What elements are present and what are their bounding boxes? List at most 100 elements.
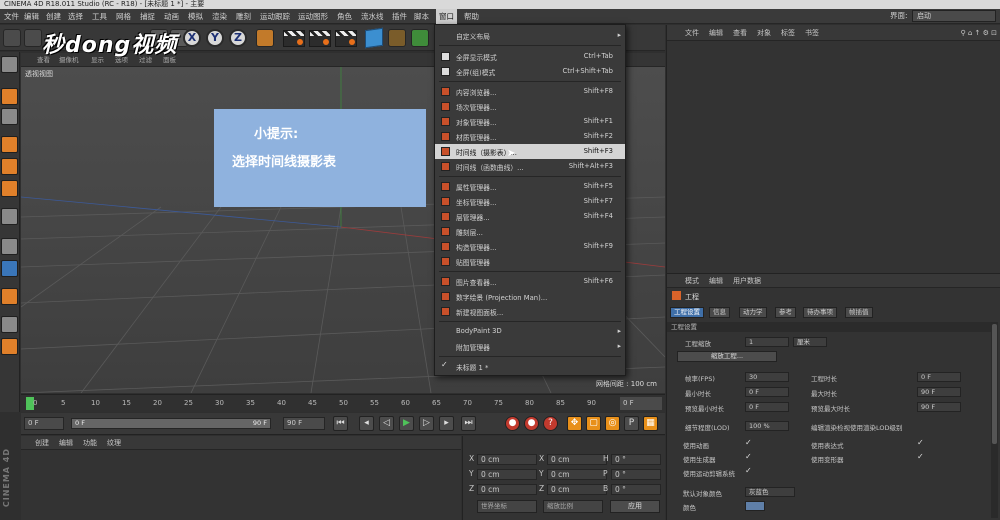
menu-item-layer-manager[interactable]: 层管理器... Shift+F4 [435,209,625,224]
go-to-end-button[interactable]: ⏭ [461,416,476,431]
menu-select[interactable]: 选择 [68,9,83,24]
pen-icon[interactable] [388,29,406,47]
menu-item-fullscreen-group[interactable]: 全屏(组)模式 Ctrl+Shift+Tab [435,64,625,79]
use-animation-checkbox[interactable]: ✓ [745,438,752,447]
lock-icon[interactable] [1,316,18,333]
menu-window[interactable]: 窗口 [436,9,457,24]
duration-field[interactable]: 0 F [917,372,961,382]
om-menu-bookmarks[interactable]: 书签 [805,25,819,41]
scale-field[interactable]: 1 [745,337,789,347]
edges-mode-icon[interactable] [1,158,18,175]
color-swatch[interactable] [745,501,765,511]
am-menu-user-data[interactable]: 用户数据 [733,274,761,288]
undo-button[interactable] [3,29,21,47]
scale-project-button[interactable]: 缩放工程... [677,351,777,362]
menu-item-custom-layout[interactable]: 自定义布局 ▸ [435,28,625,43]
keyframe-selection-button[interactable]: ? [543,416,558,431]
min-time-field[interactable]: 0 F [745,387,789,397]
render-view-icon[interactable] [283,30,305,47]
play-button[interactable]: ▶ [399,416,414,431]
start-frame-field[interactable]: 0 F [24,417,64,430]
preview-min-field[interactable]: 0 F [745,402,789,412]
render-settings-icon[interactable] [335,30,357,47]
am-menu-edit[interactable]: 编辑 [709,274,723,288]
om-menu-objects[interactable]: 对象 [757,25,771,41]
om-menu-edit[interactable]: 编辑 [709,25,723,41]
subdivision-icon[interactable] [411,29,429,47]
menu-motion-tracking[interactable]: 运动跟踪 [260,9,290,24]
axis-mode-icon[interactable] [1,208,18,225]
redo-button[interactable] [24,29,42,47]
size-mode-select[interactable]: 缩放比例 [543,500,603,513]
rotation-p-field[interactable]: 0 ° [611,469,661,480]
polygons-mode-icon[interactable] [1,180,18,197]
menu-item-extensions[interactable]: 附加管理器 ▸ [435,339,625,354]
size-z-field[interactable]: 0 cm [547,484,607,495]
rotation-key-button[interactable]: ◎ [605,416,620,431]
material-menu-texture[interactable]: 纹理 [107,436,121,450]
next-frame-button[interactable]: ▷ [419,416,434,431]
om-menu-view[interactable]: 查看 [733,25,747,41]
menu-snap[interactable]: 捕捉 [140,9,155,24]
workplane-icon[interactable] [1,338,18,355]
position-key-button[interactable]: ✥ [567,416,582,431]
menu-edit[interactable]: 编辑 [24,9,39,24]
menu-mesh[interactable]: 网格 [116,9,131,24]
size-x-field[interactable]: 0 cm [547,454,607,465]
x-axis-button[interactable]: X [183,29,201,47]
material-menu-function[interactable]: 功能 [83,436,97,450]
model-mode-icon[interactable] [1,56,18,73]
am-menu-mode[interactable]: 模式 [685,274,699,288]
tab-reference[interactable]: 参考 [775,307,796,318]
attribute-scrollbar[interactable] [991,322,998,518]
menu-tools[interactable]: 工具 [92,9,107,24]
tab-dynamics[interactable]: 动力学 [739,307,767,318]
unit-select[interactable]: 厘米 [793,337,827,347]
position-x-field[interactable]: 0 cm [477,454,537,465]
menu-item-sculpt-layers[interactable]: 雕刻层... [435,224,625,239]
menu-item-structure-manager[interactable]: 构造管理器... Shift+F9 [435,239,625,254]
menu-item-texture-manager[interactable]: 贴图管理器 [435,254,625,269]
menu-create[interactable]: 创建 [46,9,61,24]
menu-plugins[interactable]: 插件 [392,9,407,24]
go-to-start-button[interactable]: ⏮ [333,416,348,431]
layout-select[interactable]: 启动 [912,10,996,22]
use-mograph-checkbox[interactable]: ✓ [745,466,752,475]
point-level-key-button[interactable]: ▦ [643,416,658,431]
magnet-icon[interactable] [1,288,18,305]
record-active-button[interactable]: ● [505,416,520,431]
menu-item-material-manager[interactable]: 材质管理器... Shift+F2 [435,129,625,144]
menu-help[interactable]: 帮助 [464,9,479,24]
use-generators-checkbox[interactable]: ✓ [745,452,752,461]
use-deformers-checkbox[interactable]: ✓ [917,452,924,461]
menu-sculpt[interactable]: 雕刻 [236,9,251,24]
menu-pipeline[interactable]: 流水线 [361,9,384,24]
preview-max-field[interactable]: 90 F [917,402,961,412]
menu-item-document[interactable]: ✓ 未标题 1 * [435,359,625,374]
lod-field[interactable]: 100 % [745,421,789,431]
render-picture-viewer-icon[interactable] [309,30,331,47]
mouse-icon[interactable] [1,238,18,255]
size-y-field[interactable]: 0 cm [547,469,607,480]
y-axis-button[interactable]: Y [206,29,224,47]
material-menu-edit[interactable]: 编辑 [59,436,73,450]
tab-project-settings[interactable]: 工程设置 [670,307,704,318]
scale-key-button[interactable]: ▢ [586,416,601,431]
material-menu-create[interactable]: 创建 [35,436,49,450]
current-frame-field[interactable]: 0 F [620,397,662,410]
timeline-ruler[interactable]: 0 5 10 15 20 25 30 35 40 45 50 55 60 65 … [21,394,665,412]
rotation-b-field[interactable]: 0 ° [611,484,661,495]
z-axis-button[interactable]: Z [229,29,247,47]
previous-key-button[interactable]: ◂ [359,416,374,431]
menu-item-fullscreen[interactable]: 全屏显示模式 Ctrl+Tab [435,49,625,64]
menu-item-projection-man[interactable]: 数字绘景 (Projection Man)... [435,289,625,304]
menu-item-attribute-manager[interactable]: 属性管理器... Shift+F5 [435,179,625,194]
auto-key-button[interactable]: ● [524,416,539,431]
position-y-field[interactable]: 0 cm [477,469,537,480]
texture-mode-icon[interactable] [1,108,18,125]
menu-mograph[interactable]: 运动图形 [298,9,328,24]
max-time-field[interactable]: 90 F [917,387,961,397]
fps-field[interactable]: 30 [745,372,789,382]
frame-range-slider[interactable]: 0 F 90 F [71,418,271,429]
menu-item-new-view-panel[interactable]: 新建视图面板... [435,304,625,319]
